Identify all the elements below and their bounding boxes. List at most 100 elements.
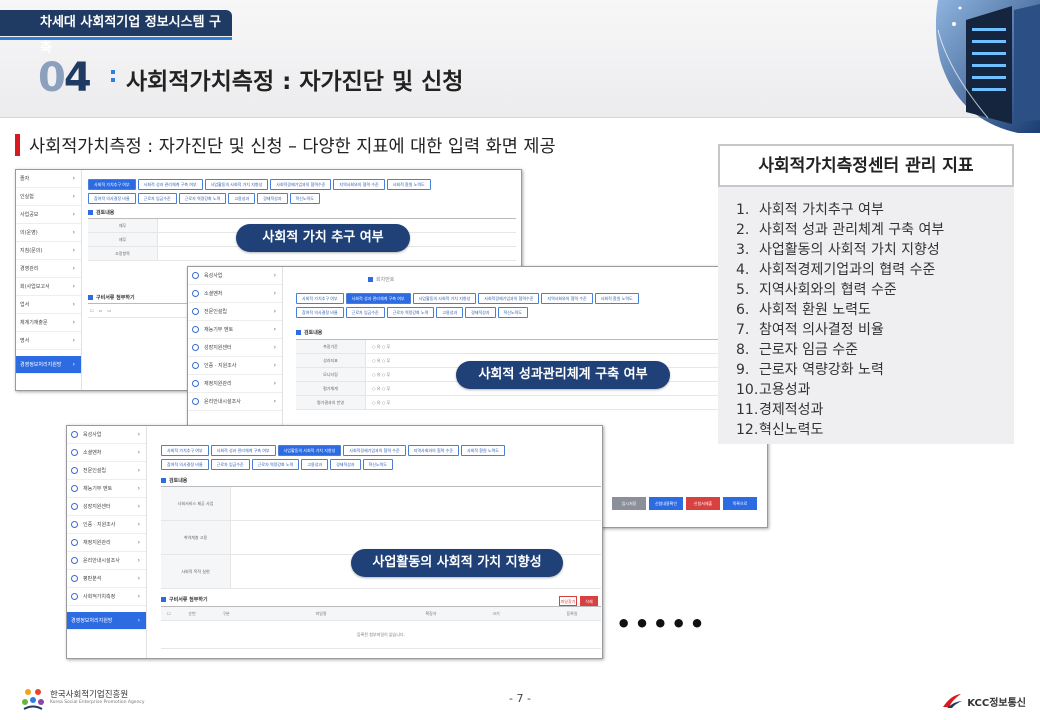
- form-button[interactable]: 목록으로: [723, 497, 757, 510]
- file-find-button[interactable]: 파일찾기: [559, 596, 577, 606]
- indicator-tab[interactable]: 사회적경제기업과의 협력수준: [478, 293, 540, 304]
- indicator-label: 사회적경제기업과의 협력 수준: [759, 262, 936, 278]
- sidebar-item[interactable]: 인증 · 지원조사 ›: [67, 516, 146, 534]
- delete-button[interactable]: 삭제: [580, 596, 598, 606]
- indicator-tab[interactable]: 사회적 가치추구 여부: [161, 445, 209, 456]
- org-emblem-icon: [22, 689, 44, 710]
- indicator-tab[interactable]: 사회적 환원 노력도: [386, 179, 431, 190]
- indicator-tab[interactable]: 지역사회와의 협력 수준: [407, 445, 459, 456]
- indicator-tab[interactable]: 사업활동의 사회적 가치 지향성: [277, 445, 342, 456]
- sidebar-item[interactable]: 경영관리 ›: [16, 260, 81, 278]
- sidebar-item-label: 졸자: [20, 176, 30, 182]
- indicator-tab[interactable]: 사회적 환원 노력도: [594, 293, 639, 304]
- indicator-tab[interactable]: 근로자 임금수준: [345, 307, 385, 318]
- chevron-right-icon: ›: [72, 319, 75, 326]
- sidebar-item-active[interactable]: 경영정보처리지원방 ›: [16, 356, 81, 374]
- row-value-field[interactable]: ○ 유 ○ 무: [366, 396, 761, 409]
- form-button[interactable]: 임시저장: [612, 497, 646, 510]
- indicator-tab[interactable]: 지역사회와의 협력 수준: [541, 293, 593, 304]
- sidebar-item[interactable]: 재능기부 멘토 ›: [188, 321, 282, 339]
- indicator-tab[interactable]: 참여적 의사결정 비율: [161, 459, 209, 470]
- indicator-tab[interactable]: 사업활동의 사회적 가치 지향성: [204, 179, 269, 190]
- table-row: 평가결과의 반영 ○ 유 ○ 무: [296, 396, 761, 410]
- company-logo: KCC정보통신: [941, 690, 1026, 712]
- sidebar-item[interactable]: 윤리안내시설조사 ›: [188, 393, 282, 411]
- indicator-tab[interactable]: 참여적 의사결정 비율: [88, 193, 136, 204]
- sidebar-item[interactable]: 명서 ›: [16, 332, 81, 350]
- indicator-panel-title: 사회적가치측정센터 관리 지표: [718, 144, 1014, 187]
- indicator-tab[interactable]: 사회적 성과 관리체계 구축 여부: [137, 179, 203, 190]
- sidebar-item[interactable]: 업서 ›: [16, 296, 81, 314]
- sidebar-item[interactable]: 사업공모 ›: [16, 206, 81, 224]
- indicator-tab[interactable]: 사회적 성과 관리체계 구축 여부: [345, 293, 411, 304]
- indicator-item: 3. 사업활동의 사회적 가치 지향성: [736, 240, 1006, 260]
- menu-icon: [192, 290, 199, 297]
- sidebar-item[interactable]: 지침(문의) ›: [16, 242, 81, 260]
- form-button[interactable]: 신청서제출: [686, 497, 720, 510]
- indicator-item: 10.고용성과: [736, 380, 1006, 400]
- sidebar-item[interactable]: 인실험 ›: [16, 188, 81, 206]
- indicator-tab[interactable]: 지역사회와의 협력 수준: [333, 179, 385, 190]
- sidebar-item[interactable]: 윤리안내시설조사 ›: [67, 552, 146, 570]
- indicator-tab[interactable]: 사회적 가치추구 여부: [88, 179, 136, 190]
- sidebar-item[interactable]: 체계기재출문 ›: [16, 314, 81, 332]
- sidebar-item[interactable]: 회(사업보고서 ›: [16, 278, 81, 296]
- indicator-label: 사업활동의 사회적 가치 지향성: [759, 242, 940, 258]
- indicator-tab[interactable]: 사회적 환원 노력도: [461, 445, 505, 456]
- indicator-tab[interactable]: 참여적 의사결정 비율: [296, 307, 344, 318]
- indicator-tab[interactable]: 근로자 역량강화 노력: [386, 307, 435, 318]
- row-label: 조정항목: [88, 247, 158, 260]
- sidebar-item[interactable]: 재정지원관리 ›: [188, 375, 282, 393]
- form-button[interactable]: 신청내용확인: [649, 497, 683, 510]
- sidebar-item[interactable]: 성장지원센터 ›: [188, 339, 282, 357]
- indicator-label: 근로자 임금 수준: [759, 342, 859, 358]
- indicator-tab[interactable]: 경제적성과: [465, 307, 496, 318]
- sidebar-item[interactable]: 재정지원관리 ›: [67, 534, 146, 552]
- sidebar-item[interactable]: 의(운영) ›: [16, 224, 81, 242]
- indicator-tab[interactable]: 사회적경제기업과의 협력수준: [270, 179, 332, 190]
- indicator-tab[interactable]: 사업활동의 사회적 가치 지향성: [412, 293, 477, 304]
- indicator-tab[interactable]: 혁신노력도: [289, 193, 320, 204]
- indicator-tab[interactable]: 사회적 가치추구 여부: [296, 293, 344, 304]
- sidebar-item[interactable]: 소셜벤처 ›: [188, 285, 282, 303]
- sidebar-item-label: 전문인설립: [83, 468, 107, 474]
- indicator-tab[interactable]: 혁신노력도: [497, 307, 528, 318]
- sidebar-item[interactable]: 졸자 ›: [16, 170, 81, 188]
- chevron-right-icon: ›: [137, 557, 140, 564]
- indicator-item: 6. 사회적 환원 노력도: [736, 300, 1006, 320]
- sidebar-item[interactable]: 전문인설립 ›: [67, 462, 146, 480]
- sidebar-item[interactable]: 성장지원센터 ›: [67, 498, 146, 516]
- indicator-tab[interactable]: 근로자 임금수준: [210, 459, 250, 470]
- sidebar-item[interactable]: 전문인설립 ›: [188, 303, 282, 321]
- row-label: 측정기준: [296, 340, 366, 353]
- sidebar-item[interactable]: 육성사업 ›: [188, 267, 282, 285]
- indicator-item: 5. 지역사회와의 협력 수준: [736, 280, 1006, 300]
- sidebar-item[interactable]: 소셜벤처 ›: [67, 444, 146, 462]
- indicator-tab[interactable]: 경제적성과: [330, 459, 361, 470]
- sidebar-item[interactable]: 평판분석 ›: [67, 570, 146, 588]
- chevron-right-icon: ›: [137, 503, 140, 510]
- sidebar-item[interactable]: 재능기부 멘토 ›: [67, 480, 146, 498]
- sidebar-item[interactable]: 인증 · 지원조사 ›: [188, 357, 282, 375]
- indicator-tab[interactable]: 사회적경제기업과의 협력 수준: [343, 445, 406, 456]
- attachment-heading: 구비서류 첨부하기: [161, 596, 208, 603]
- indicator-tab[interactable]: 근로자 역량강화 노력: [251, 459, 300, 470]
- indicator-tab[interactable]: 고용성과: [228, 193, 256, 204]
- row-value-field[interactable]: ○ 유 ○ 무: [366, 340, 761, 353]
- row-value-field[interactable]: [231, 487, 601, 520]
- caption-performance-system: 사회적 성과관리체계 구축 여부: [456, 361, 670, 389]
- indicator-tab[interactable]: 혁신노력도: [362, 459, 393, 470]
- menu-icon: [192, 308, 199, 315]
- indicator-tab[interactable]: 고용성과: [436, 307, 464, 318]
- indicator-tab[interactable]: 사회적 성과 관리체계 구축 여부: [210, 445, 276, 456]
- indicator-tab[interactable]: 고용성과: [301, 459, 329, 470]
- sidebar-item[interactable]: 사회적가치측정 ›: [67, 588, 146, 606]
- indicator-tab[interactable]: 근로자 역량강화 노력: [178, 193, 227, 204]
- caption-value-pursuit: 사회적 가치 추구 여부: [236, 224, 410, 252]
- select-all-checkbox[interactable]: ☐: [161, 607, 175, 620]
- indicator-tab[interactable]: 근로자 임금수준: [137, 193, 177, 204]
- sidebar-item-active[interactable]: 경영정보처리지원방 ›: [67, 612, 146, 630]
- indicator-tab[interactable]: 경제적성과: [257, 193, 288, 204]
- sidebar-item[interactable]: 육성사업 ›: [67, 426, 146, 444]
- column-header: 확장자: [425, 611, 437, 616]
